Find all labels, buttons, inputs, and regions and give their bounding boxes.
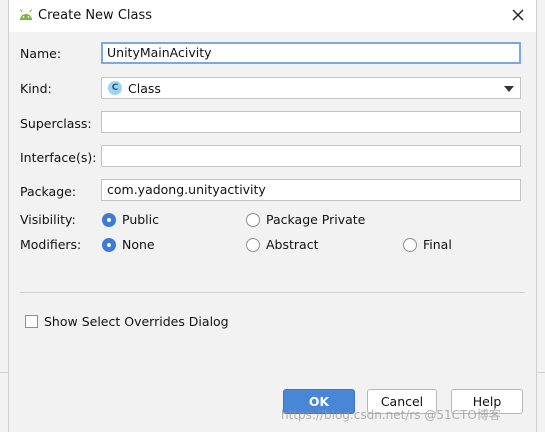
close-icon[interactable] xyxy=(509,6,527,24)
background-divider xyxy=(537,372,545,373)
background-divider xyxy=(0,372,8,373)
checkbox-indicator[interactable] xyxy=(25,315,38,328)
name-input[interactable]: UnityMainAcivity xyxy=(101,42,521,64)
superclass-input[interactable] xyxy=(101,111,521,133)
modifiers-label: Modifiers: xyxy=(20,237,82,252)
create-new-class-dialog: Create New Class Name: UnityMainAcivity … xyxy=(8,0,537,432)
name-label: Name: xyxy=(20,46,62,61)
radio-indicator[interactable] xyxy=(102,213,116,227)
separator xyxy=(20,292,525,293)
radio-indicator[interactable] xyxy=(403,238,417,252)
visibility-label: Visibility: xyxy=(20,212,76,227)
package-input[interactable]: com.yadong.unityactivity xyxy=(101,179,521,201)
superclass-label: Superclass: xyxy=(20,116,92,131)
kind-selected-value: Class xyxy=(128,81,161,96)
radio-indicator[interactable] xyxy=(102,238,116,252)
kind-select[interactable]: C Class xyxy=(101,77,521,99)
modifiers-abstract-label: Abstract xyxy=(266,237,319,252)
kind-label: Kind: xyxy=(20,81,52,96)
interfaces-input[interactable] xyxy=(101,145,521,167)
radio-indicator[interactable] xyxy=(246,213,260,227)
modifiers-final-label: Final xyxy=(423,237,452,252)
modifiers-none-label: None xyxy=(122,237,155,252)
radio-indicator[interactable] xyxy=(246,238,260,252)
visibility-public-label: Public xyxy=(122,212,159,227)
android-icon xyxy=(19,9,33,20)
chevron-down-icon[interactable] xyxy=(504,86,514,92)
interfaces-label: Interface(s): xyxy=(20,150,97,165)
class-icon: C xyxy=(108,81,122,95)
visibility-package-private-label: Package Private xyxy=(266,212,366,227)
title-bar[interactable]: Create New Class xyxy=(9,0,536,32)
show-overrides-label: Show Select Overrides Dialog xyxy=(44,314,229,329)
dialog-title: Create New Class xyxy=(38,8,153,23)
watermark-text: https://blog.csdn.net/rs @51CTO博客 xyxy=(281,408,501,422)
package-label: Package: xyxy=(20,184,77,199)
